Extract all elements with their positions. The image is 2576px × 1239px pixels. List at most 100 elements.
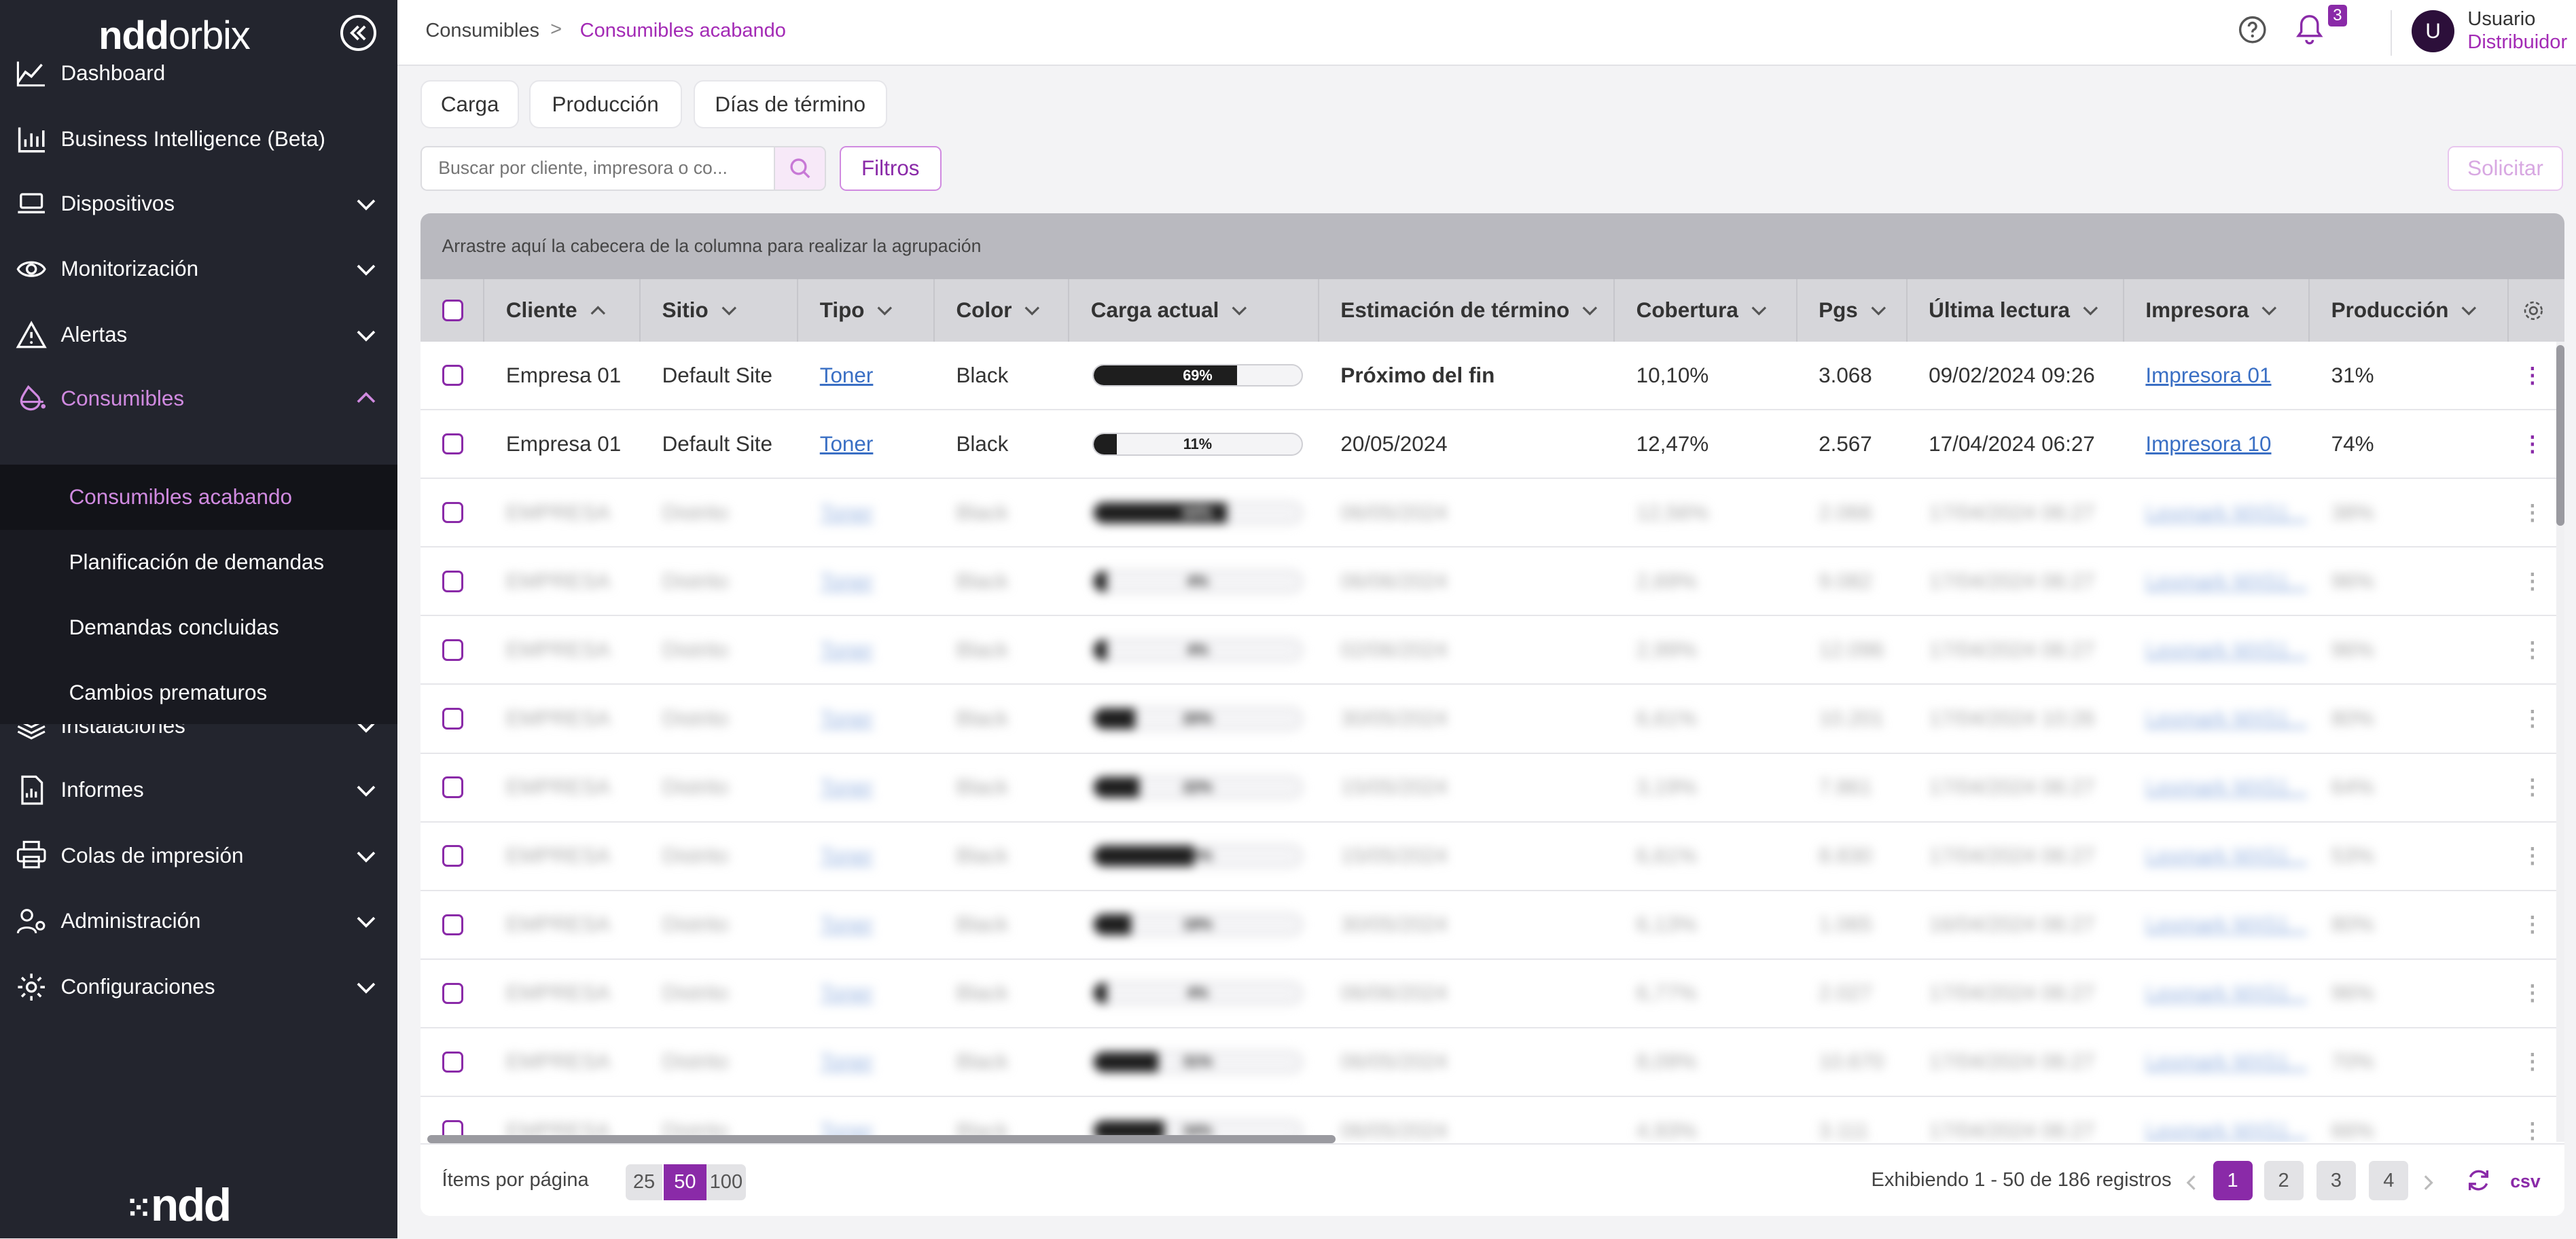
bell-icon[interactable] bbox=[2295, 13, 2325, 46]
subitem-consumibles-acabando[interactable]: Consumibles acabando bbox=[0, 465, 398, 531]
cell-tipo-link[interactable]: Toner bbox=[798, 685, 935, 752]
page-1-button[interactable]: 1 bbox=[2213, 1161, 2253, 1201]
chevron-down-icon[interactable] bbox=[720, 302, 738, 320]
column-header-carga-actual[interactable]: Carga actual bbox=[1069, 279, 1319, 342]
row-checkbox[interactable] bbox=[442, 845, 463, 867]
chevron-down-icon[interactable] bbox=[1230, 302, 1249, 320]
cell-impresora-link[interactable]: Lexmark MX51... bbox=[2124, 891, 2310, 958]
cell-impresora-link[interactable]: Impresora 01 bbox=[2124, 342, 2310, 409]
cell-impresora-link[interactable]: Lexmark MX51... bbox=[2124, 754, 2310, 821]
table-row[interactable]: EMPRESA Distrito Toner Black 64% 06/05/2024 12… bbox=[421, 479, 2556, 548]
row-actions-button[interactable]: ⋮ bbox=[2509, 547, 2556, 615]
tab-carga[interactable]: Carga bbox=[421, 80, 520, 128]
row-checkbox[interactable] bbox=[442, 708, 463, 730]
chevron-down-icon[interactable] bbox=[876, 302, 894, 320]
chevron-down-icon[interactable] bbox=[355, 975, 378, 999]
cell-impresora-link[interactable]: Lexmark MX51... bbox=[2124, 616, 2310, 683]
tab-produccion[interactable]: Producción bbox=[529, 80, 682, 128]
next-page-button[interactable] bbox=[2416, 1164, 2439, 1200]
prev-page-button[interactable] bbox=[2180, 1164, 2203, 1200]
chevron-down-icon[interactable] bbox=[2260, 302, 2278, 320]
page-3-button[interactable]: 3 bbox=[2316, 1161, 2356, 1201]
subitem-planificacion-demandas[interactable]: Planificación de demandas bbox=[0, 530, 397, 595]
chevron-down-icon[interactable] bbox=[355, 910, 378, 933]
subitem-demandas-concluidas[interactable]: Demandas concluidas bbox=[0, 595, 397, 660]
cell-impresora-link[interactable]: Lexmark MX51... bbox=[2124, 1097, 2310, 1142]
select-all-checkbox[interactable] bbox=[442, 300, 463, 321]
cell-impresora-link[interactable]: Lexmark MX51... bbox=[2124, 960, 2310, 1027]
cell-tipo-link[interactable]: Toner bbox=[798, 823, 935, 890]
chevron-down-icon[interactable] bbox=[2081, 302, 2100, 320]
row-actions-button[interactable]: ⋮ bbox=[2509, 823, 2556, 890]
row-actions-button[interactable]: ⋮ bbox=[2509, 1028, 2556, 1096]
table-row[interactable]: EMPRESA Distrito Toner Black 48% 15/05/2024 6,… bbox=[421, 823, 2556, 891]
vertical-scrollbar-thumb[interactable] bbox=[2556, 344, 2565, 526]
row-actions-button[interactable]: ⋮ bbox=[2509, 410, 2556, 478]
tab-dias-de-termino[interactable]: Días de término bbox=[693, 80, 887, 128]
table-row[interactable]: EMPRESA Distrito Toner Black 4% 06/06/2024 2,6… bbox=[421, 547, 2556, 617]
row-checkbox[interactable] bbox=[442, 364, 463, 387]
column-header-sitio[interactable]: Sitio bbox=[641, 279, 799, 342]
group-by-drop-zone[interactable]: Arrastre aquí la cabecera de la columna … bbox=[421, 213, 2565, 280]
chevron-down-icon[interactable] bbox=[2460, 302, 2478, 320]
gear-icon[interactable] bbox=[2520, 298, 2547, 324]
sidebar-item-configuraciones[interactable]: Configuraciones bbox=[0, 954, 397, 1020]
cell-tipo-link[interactable]: Toner bbox=[798, 479, 935, 546]
cell-tipo-link[interactable]: Toner bbox=[798, 754, 935, 821]
cell-tipo-link[interactable]: Toner bbox=[798, 410, 935, 478]
cell-tipo-link[interactable]: Toner bbox=[798, 1028, 935, 1096]
row-actions-button[interactable]: ⋮ bbox=[2509, 960, 2556, 1027]
page-4-button[interactable]: 4 bbox=[2369, 1161, 2409, 1201]
column-header-impresora[interactable]: Impresora bbox=[2124, 279, 2310, 342]
table-row[interactable]: EMPRESA Distrito Toner Black 22% 15/05/2024 3,… bbox=[421, 754, 2556, 823]
cell-tipo-link[interactable]: Toner bbox=[798, 547, 935, 615]
cell-tipo-link[interactable]: Toner bbox=[798, 960, 935, 1027]
cell-impresora-link[interactable]: Lexmark MX51... bbox=[2124, 685, 2310, 752]
table-row[interactable]: Empresa 01 Default Site Toner Black 69% Próxi… bbox=[421, 342, 2556, 411]
page-size-25[interactable]: 25 bbox=[626, 1164, 662, 1201]
table-row[interactable]: EMPRESA Distrito Toner Black 18% 30/05/2024 6,… bbox=[421, 891, 2556, 960]
sidebar-item-monitorizacion[interactable]: Monitorización bbox=[0, 236, 397, 302]
chevron-down-icon[interactable] bbox=[355, 778, 378, 802]
chevron-down-icon[interactable] bbox=[355, 844, 378, 867]
cell-tipo-link[interactable]: Toner bbox=[798, 891, 935, 958]
sidebar-item-dashboard[interactable]: Dashboard bbox=[0, 41, 397, 106]
page-size-100[interactable]: 100 bbox=[706, 1164, 746, 1201]
filters-button[interactable]: Filtros bbox=[839, 146, 942, 191]
chevron-up-icon[interactable] bbox=[355, 387, 378, 410]
column-header-cobertura[interactable]: Cobertura bbox=[1615, 279, 1797, 342]
export-csv-button[interactable]: csv bbox=[2510, 1171, 2540, 1192]
cell-impresora-link[interactable]: Impresora 10 bbox=[2124, 410, 2310, 478]
page-size-50[interactable]: 50 bbox=[664, 1164, 706, 1201]
row-checkbox[interactable] bbox=[442, 776, 463, 798]
search-input[interactable] bbox=[421, 146, 776, 191]
table-row[interactable]: EMPRESA Distrito Toner Black 20% 30/05/2024 6,… bbox=[421, 685, 2556, 754]
table-row[interactable]: EMPRESA Distrito Toner Black 31% 06/05/2024 8,… bbox=[421, 1028, 2556, 1097]
cell-tipo-link[interactable]: Toner bbox=[798, 616, 935, 683]
cell-impresora-link[interactable]: Lexmark MX51... bbox=[2124, 547, 2310, 615]
sidebar-item-administracion[interactable]: Administración bbox=[0, 888, 397, 954]
cell-impresora-link[interactable]: Lexmark MX51... bbox=[2124, 1028, 2310, 1096]
sidebar-item-consumibles[interactable]: Consumibles bbox=[0, 366, 397, 431]
column-header-color[interactable]: Color bbox=[935, 279, 1070, 342]
vertical-scrollbar[interactable] bbox=[2556, 342, 2565, 1142]
page-2-button[interactable]: 2 bbox=[2264, 1161, 2304, 1201]
sidebar-item-business-intelligence[interactable]: Business Intelligence (Beta) bbox=[0, 107, 397, 172]
cell-impresora-link[interactable]: Lexmark MX51... bbox=[2124, 479, 2310, 546]
row-actions-button[interactable]: ⋮ bbox=[2509, 685, 2556, 752]
column-header-tipo[interactable]: Tipo bbox=[798, 279, 935, 342]
row-actions-button[interactable]: ⋮ bbox=[2509, 616, 2556, 683]
chevron-down-icon[interactable] bbox=[355, 192, 378, 215]
cell-impresora-link[interactable]: Lexmark MX51... bbox=[2124, 823, 2310, 890]
breadcrumb-consumibles[interactable]: Consumibles bbox=[425, 20, 539, 42]
column-header-produccion[interactable]: Producción bbox=[2310, 279, 2509, 342]
user-name[interactable]: Usuario bbox=[2467, 8, 2535, 31]
row-checkbox[interactable] bbox=[442, 502, 463, 524]
subitem-cambios-prematuros[interactable]: Cambios prematuros bbox=[0, 660, 397, 725]
row-checkbox[interactable] bbox=[442, 1051, 463, 1073]
horizontal-scrollbar[interactable] bbox=[427, 1135, 1336, 1144]
row-actions-button[interactable]: ⋮ bbox=[2509, 1097, 2556, 1142]
row-actions-button[interactable]: ⋮ bbox=[2509, 479, 2556, 546]
refresh-icon[interactable] bbox=[2465, 1166, 2492, 1194]
column-header-cliente[interactable]: Cliente bbox=[484, 279, 641, 342]
